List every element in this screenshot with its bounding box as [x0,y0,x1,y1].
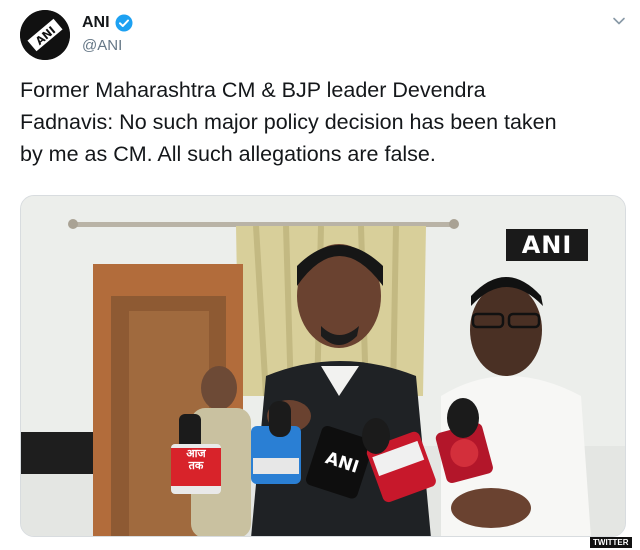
tweet-text: Former Maharashtra CM & BJP leader Deven… [20,78,557,166]
author-handle[interactable]: @ANI [82,37,122,54]
verified-icon [115,14,133,32]
tweet-card: ANI ANI @ANI Former Maharashtra CM & BJP… [0,0,640,550]
source-label: TWITTER [590,537,632,548]
author-name[interactable]: ANI [82,14,110,32]
mic-label-aaj-tak: आज तक [186,448,206,472]
tweet-media-image[interactable]: ANI आज तक ANI [20,195,626,537]
caret-down-icon[interactable] [612,14,626,28]
avatar[interactable]: ANI [20,10,70,60]
ani-watermark: ANI [506,229,588,261]
